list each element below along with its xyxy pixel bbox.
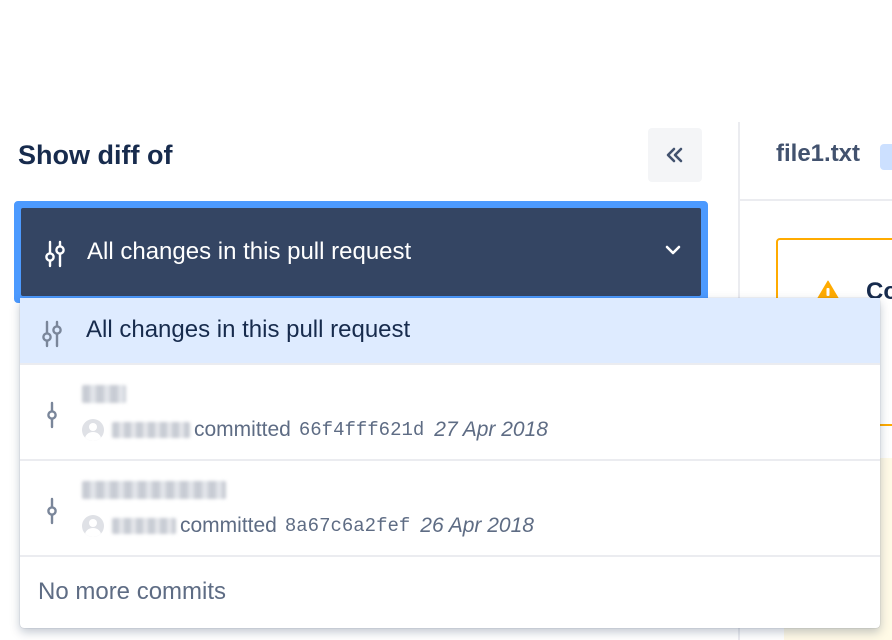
sidebar-title: Show diff of xyxy=(18,140,173,170)
double-chevron-left-icon xyxy=(666,147,683,163)
commit-meta: committed 8a67c6a2fef 26 Apr 2018 xyxy=(82,511,534,541)
author-name-redacted xyxy=(112,518,176,534)
commit-date: 27 Apr 2018 xyxy=(434,418,548,441)
menu-item-commit[interactable]: committed 66f4fff621d 27 Apr 2018 xyxy=(20,365,880,461)
avatar xyxy=(82,419,104,441)
menu-item-commit[interactable]: committed 8a67c6a2fef 26 Apr 2018 xyxy=(20,461,880,557)
diff-scope-dropdown[interactable]: All changes in this pull request xyxy=(14,201,708,303)
collapse-sidebar-button[interactable] xyxy=(648,128,702,182)
file-status-badge xyxy=(880,144,892,170)
all-changes-icon xyxy=(42,320,62,348)
dropdown-trigger-body[interactable]: All changes in this pull request xyxy=(21,208,701,296)
commit-hash: 66f4fff621d xyxy=(298,419,425,441)
commit-hash: 8a67c6a2fef xyxy=(284,515,411,537)
commit-message-redacted xyxy=(82,385,126,403)
file-header-divider xyxy=(740,199,892,201)
avatar xyxy=(82,515,104,537)
author-name-redacted xyxy=(112,422,190,438)
commit-meta: committed 66f4fff621d 27 Apr 2018 xyxy=(82,415,548,445)
commit-icon xyxy=(47,497,57,525)
committed-label: committed xyxy=(194,418,291,441)
all-changes-icon xyxy=(45,240,65,268)
file-name[interactable]: file1.txt xyxy=(776,140,860,168)
commit-message-redacted xyxy=(82,481,226,499)
chevron-down-icon xyxy=(665,245,681,255)
commit-icon xyxy=(47,401,57,429)
dropdown-selected-label: All changes in this pull request xyxy=(87,238,412,265)
diff-scope-menu: All changes in this pull request committ… xyxy=(20,298,880,628)
menu-footer-no-more-commits: No more commits xyxy=(38,578,227,605)
menu-item-all-changes[interactable]: All changes in this pull request xyxy=(20,298,880,365)
menu-item-label: All changes in this pull request xyxy=(86,316,411,343)
committed-label: committed xyxy=(180,514,277,537)
commit-date: 26 Apr 2018 xyxy=(420,514,534,537)
